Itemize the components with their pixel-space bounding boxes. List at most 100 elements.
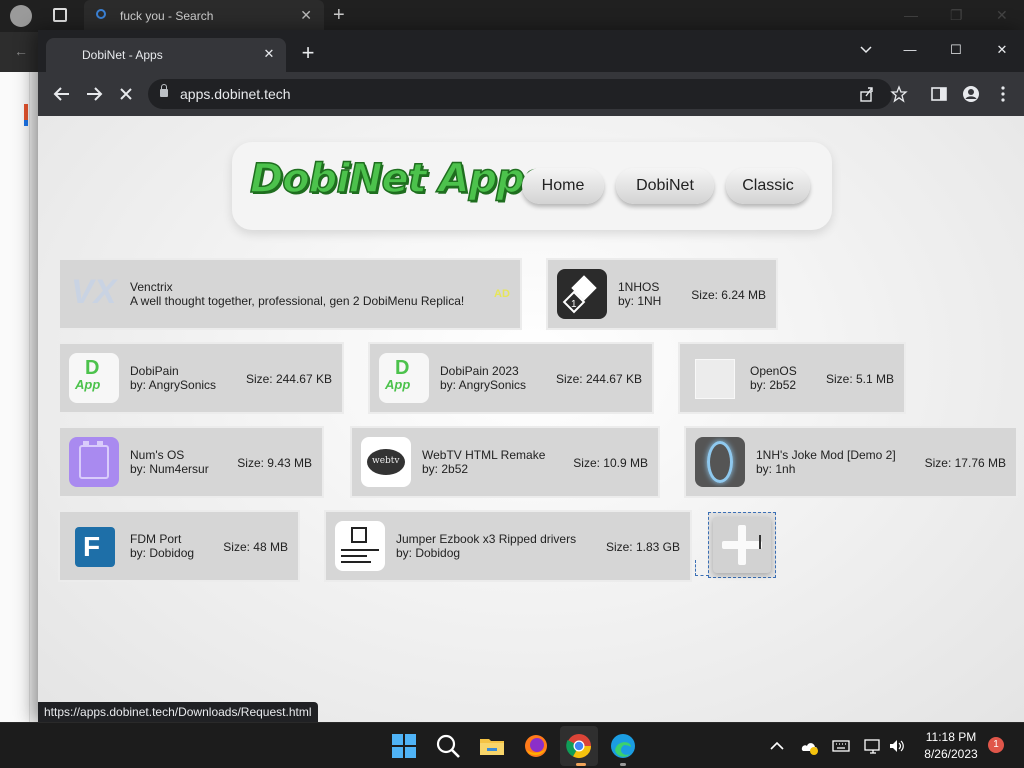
background-tab-strip: fuck you - Search ✕ + — ❐ ✕ [0, 0, 1024, 32]
back-button[interactable] [50, 82, 74, 106]
minimize-icon[interactable]: — [904, 7, 918, 23]
background-page [0, 72, 30, 722]
close-tab-icon[interactable]: ✕ [260, 45, 278, 63]
network-icon[interactable] [864, 737, 882, 755]
keyboard-icon[interactable] [832, 737, 850, 755]
forward-button[interactable] [82, 82, 106, 106]
app-size: Size: 244.67 KB [555, 372, 642, 386]
app-card-1nhos[interactable]: 1 1NHOS by: 1NH Size: 6.24 MB [546, 258, 778, 330]
running-indicator [620, 763, 626, 766]
app-name: DobiPain [130, 364, 179, 378]
svg-text:1: 1 [571, 299, 577, 310]
restore-icon[interactable]: ❐ [950, 7, 963, 24]
search-icon [96, 9, 106, 19]
clock-date: 8/26/2023 [924, 747, 978, 761]
jumper-drivers-icon [335, 521, 385, 571]
app-name: Venctrix [130, 280, 173, 294]
address-bar[interactable]: apps.dobinet.tech [148, 79, 908, 109]
add-app-button[interactable] [708, 512, 776, 578]
dobipain-app-icon: D App [69, 353, 119, 403]
app-name: FDM Port [130, 532, 182, 546]
browser-window: DobiNet - Apps ✕ + — ☐ ✕ apps.dobinet.te… [38, 30, 1024, 722]
dobipain-app-icon: D App [379, 353, 429, 403]
close-icon[interactable]: ✕ [300, 7, 312, 24]
tab-title: DobiNet - Apps [82, 48, 163, 62]
close-icon[interactable]: ✕ [996, 7, 1008, 24]
share-icon[interactable] [858, 85, 876, 103]
page-viewport: DobiNet Apps Home DobiNet Classic VX Ven… [38, 116, 1024, 722]
app-name: DobiPain 2023 [440, 364, 519, 378]
firefox-icon[interactable] [522, 732, 550, 760]
nav-classic-button[interactable]: Classic [726, 168, 810, 204]
app-card-openos[interactable]: OpenOS by: 2b52 Size: 5.1 MB [678, 342, 906, 414]
windows-start-icon[interactable] [390, 732, 418, 760]
app-card-webtv[interactable]: webtv WebTV HTML Remake by: 2b52 Size: 1… [350, 426, 660, 498]
webtv-icon: webtv [361, 437, 411, 487]
app-card-dobipain[interactable]: D App DobiPain by: AngrySonics Size: 244… [58, 342, 344, 414]
tab-search-chevron-icon[interactable] [846, 36, 886, 64]
minimize-icon[interactable]: — [890, 36, 930, 64]
app-card-jumper-drivers[interactable]: Jumper Ezbook x3 Ripped drivers by: Dobi… [324, 510, 692, 582]
app-size: Size: 5.1 MB [825, 372, 894, 386]
stop-loading-button[interactable] [114, 82, 138, 106]
app-author: by: AngrySonics [440, 378, 527, 392]
notification-badge[interactable]: 1 [988, 737, 1004, 753]
text-cursor-icon [759, 535, 761, 549]
openos-icon [689, 353, 739, 403]
file-explorer-icon[interactable] [478, 732, 506, 760]
app-name: WebTV HTML Remake [422, 448, 546, 462]
nav-home-button[interactable]: Home [522, 168, 604, 204]
app-author: by: Dobidog [130, 546, 195, 560]
chevron-up-icon[interactable] [768, 737, 786, 755]
app-card-dobipain-2023[interactable]: D App DobiPain 2023 by: AngrySonics Size… [368, 342, 654, 414]
taskbar: 11:18 PM 8/26/2023 1 [0, 722, 1024, 768]
url-text[interactable]: apps.dobinet.tech [180, 86, 291, 102]
app-author: by: 2b52 [750, 378, 797, 392]
vx-logo-icon: VX [71, 273, 117, 311]
side-panel-icon[interactable] [930, 85, 948, 103]
volume-icon[interactable] [888, 737, 906, 755]
site-logo[interactable]: DobiNet Apps [249, 155, 548, 203]
active-tab[interactable]: DobiNet - Apps ✕ [46, 38, 286, 72]
tab-actions-icon[interactable] [53, 8, 67, 22]
search-icon[interactable] [434, 732, 462, 760]
menu-kebab-icon[interactable] [994, 85, 1012, 103]
app-size: Size: 10.9 MB [573, 456, 648, 470]
link-status-bubble: https://apps.dobinet.tech/Downloads/Requ… [38, 702, 318, 722]
onedrive-warning-icon[interactable] [800, 737, 818, 755]
app-card-fdm-port[interactable]: F FDM Port by: Dobidog Size: 48 MB [58, 510, 300, 582]
new-tab-icon[interactable]: + [296, 42, 320, 66]
close-window-icon[interactable]: ✕ [982, 36, 1022, 64]
bookmark-star-icon[interactable] [890, 85, 908, 103]
app-name: Jumper Ezbook x3 Ripped drivers [396, 532, 577, 546]
app-name: OpenOS [750, 364, 797, 378]
back-arrow-icon [53, 87, 69, 101]
profile-avatar[interactable] [10, 5, 32, 27]
chrome-icon[interactable] [565, 732, 593, 760]
system-clock[interactable]: 11:18 PM 8/26/2023 [916, 729, 986, 763]
background-page-accent [24, 120, 28, 126]
new-tab-icon[interactable]: + [333, 4, 345, 27]
background-tab[interactable]: fuck you - Search ✕ [84, 0, 324, 32]
app-card-nums-os[interactable]: Num's OS by: Num4ersur Size: 9.43 MB [58, 426, 324, 498]
fdm-icon: F [69, 521, 119, 571]
ad-badge: AD [494, 288, 510, 300]
app-card-venctrix[interactable]: VX Venctrix A well thought together, pro… [58, 258, 522, 330]
app-author: by: Dobidog [396, 546, 461, 560]
app-author: by: AngrySonics [130, 378, 217, 392]
app-size: Size: 244.67 KB [245, 372, 332, 386]
clock-time: 11:18 PM [925, 730, 977, 744]
lock-icon[interactable] [160, 84, 168, 97]
app-card-joke-mod[interactable]: 1NH's Joke Mod [Demo 2] by: 1nh Size: 17… [684, 426, 1018, 498]
maximize-icon[interactable]: ☐ [936, 36, 976, 64]
nav-dobinet-button[interactable]: DobiNet [616, 168, 714, 204]
profile-icon[interactable] [962, 85, 980, 103]
tab-strip: DobiNet - Apps ✕ + — ☐ ✕ [38, 30, 1024, 72]
app-size: Size: 17.76 MB [924, 456, 1006, 470]
back-arrow-icon[interactable]: ← [14, 43, 28, 59]
app-description: A well thought together, professional, g… [130, 294, 465, 308]
edge-icon[interactable] [609, 732, 637, 760]
app-size: Size: 9.43 MB [237, 456, 312, 470]
app-size: Size: 48 MB [223, 540, 288, 554]
plus-icon [713, 517, 771, 573]
